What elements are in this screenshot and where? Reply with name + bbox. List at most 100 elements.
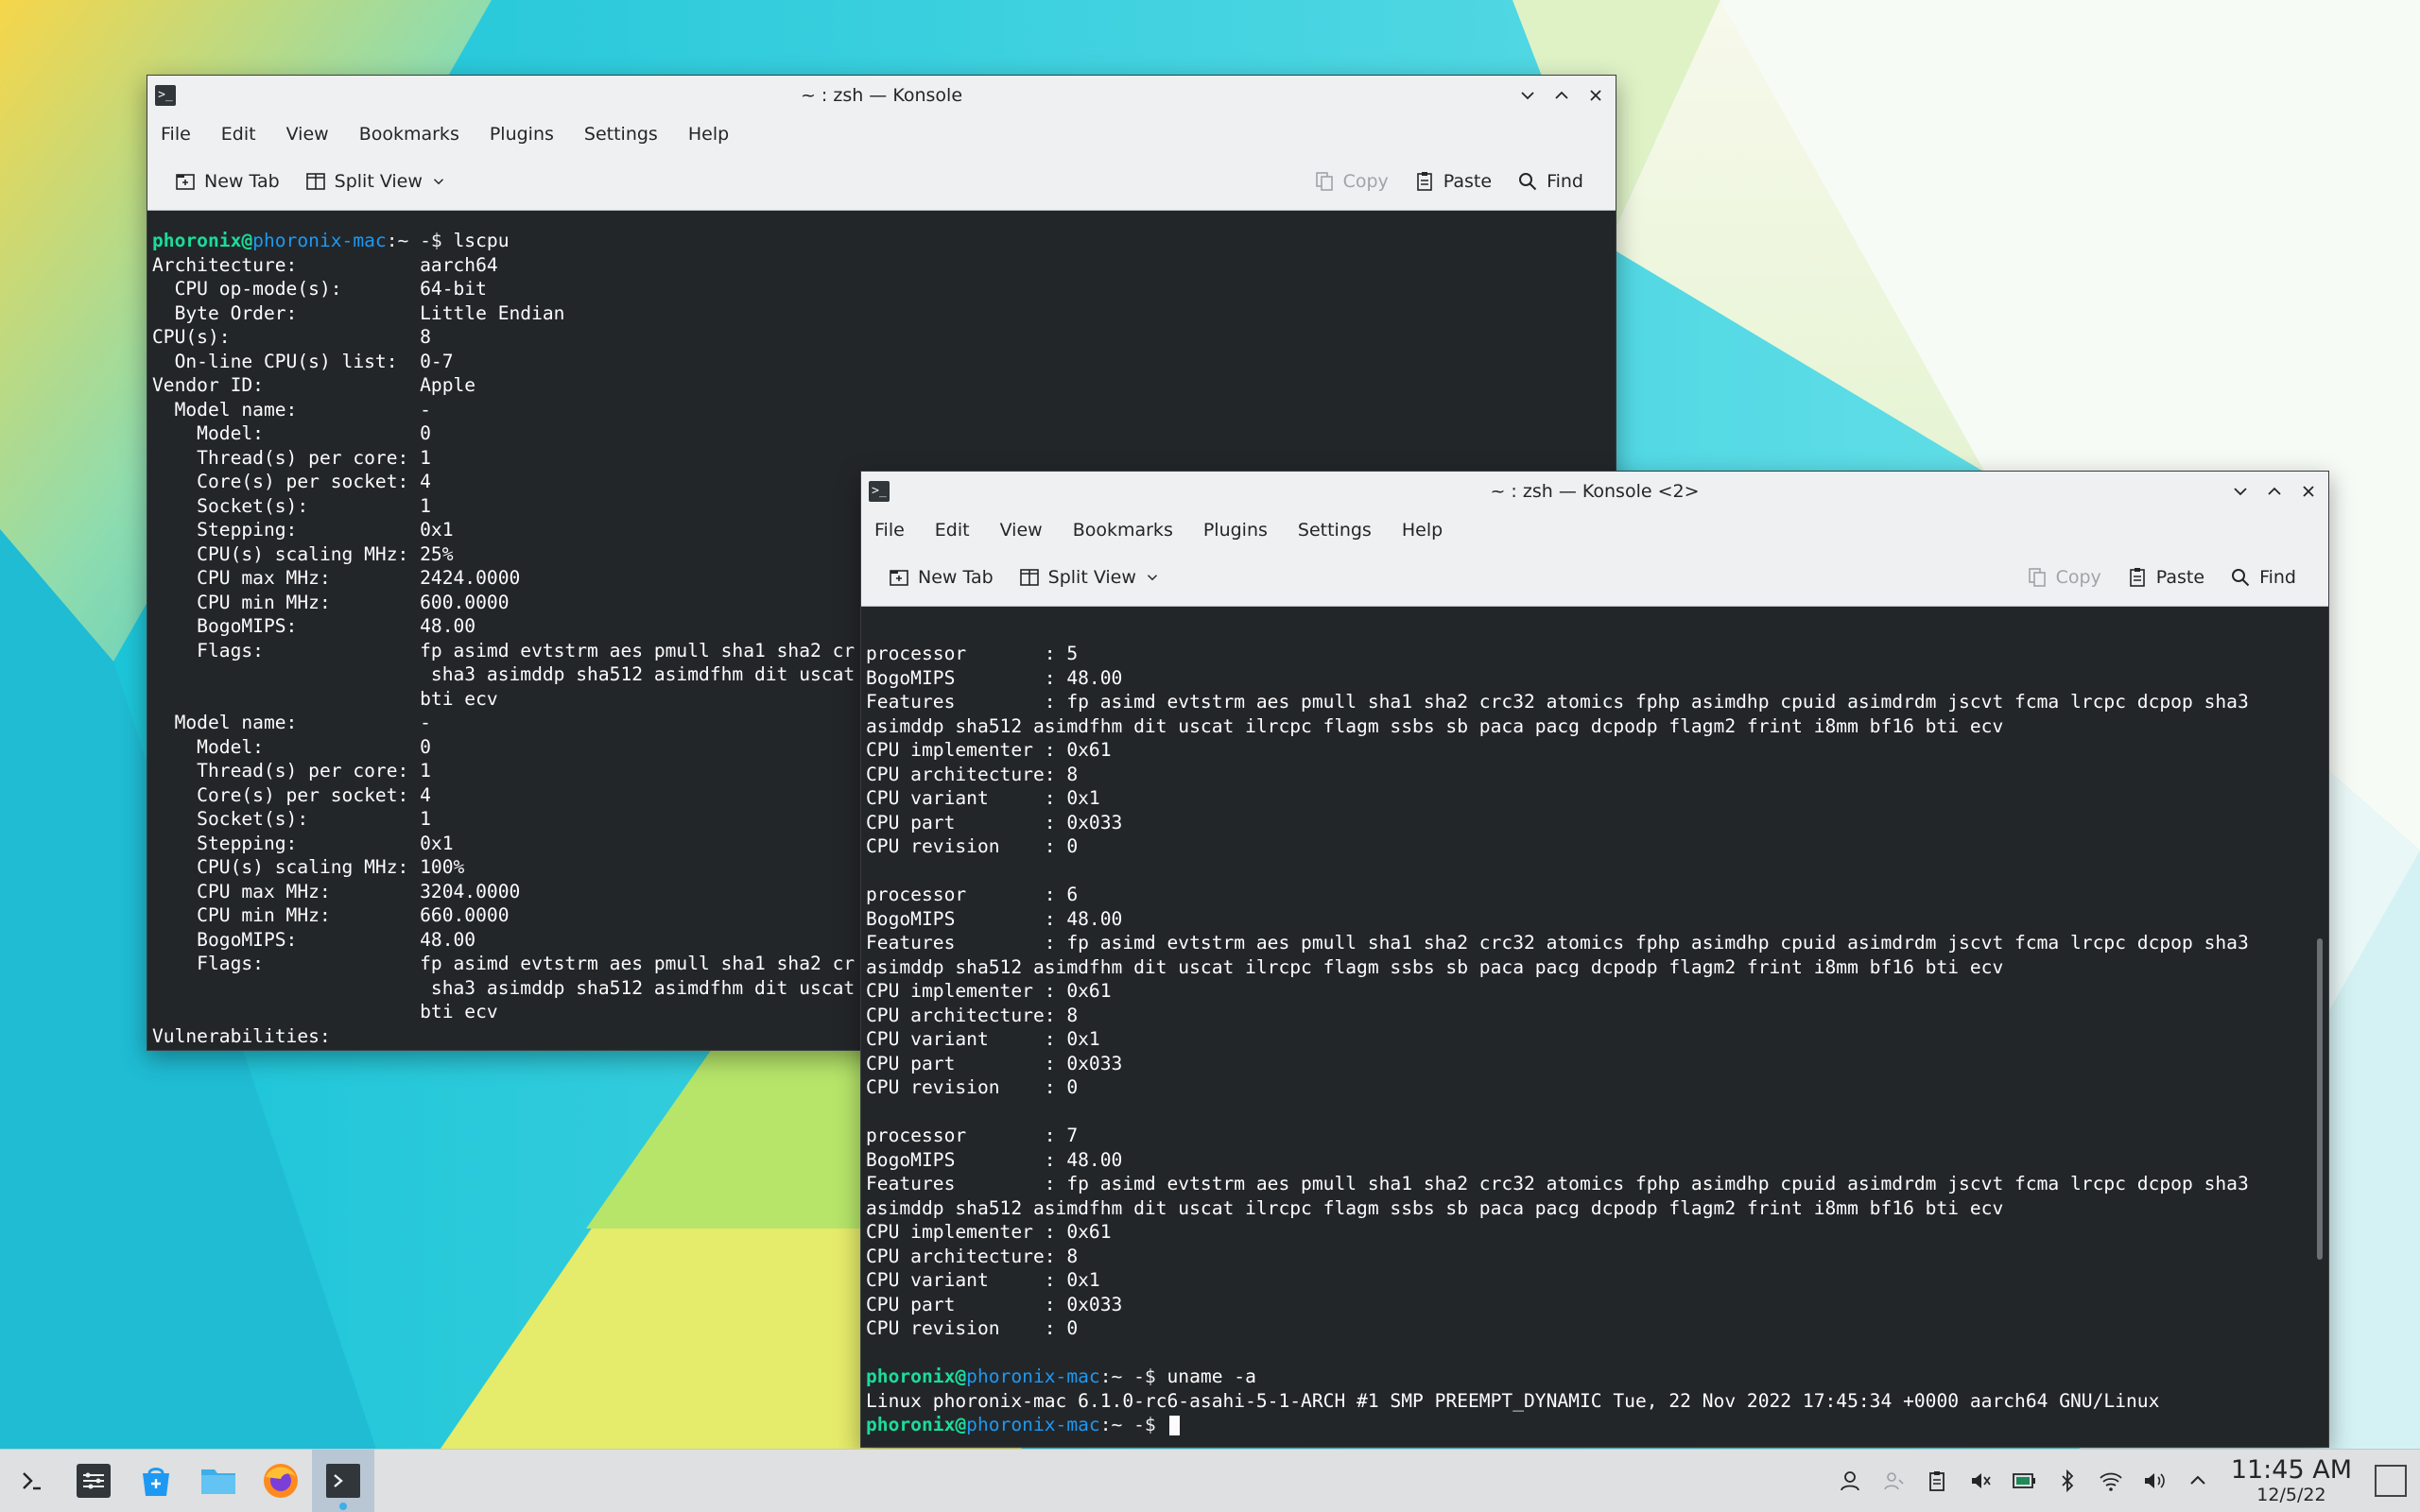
prompt-host: phoronix-mac [966,1414,1100,1435]
menu-plugins[interactable]: Plugins [1203,520,1268,541]
titlebar[interactable]: >_ ~ : zsh — Konsole [147,76,1616,115]
paste-button[interactable]: Paste [1408,163,1497,200]
prompt-symbol: -$ [1122,1366,1167,1387]
find-button[interactable]: Find [2223,558,2302,596]
output-line: CPU revision : 0 [866,1317,1079,1339]
bluetooth-icon[interactable] [2051,1465,2083,1497]
find-button[interactable]: Find [1511,163,1589,200]
clipboard-icon[interactable] [1921,1465,1953,1497]
output-line: CPU op-mode(s): 64-bit [152,278,487,300]
system-tray: 11:45 AM 12/5/22 [1834,1450,2420,1512]
copy-icon [2028,568,2046,587]
close-icon [2303,486,2314,497]
network-users-icon[interactable] [1877,1465,1910,1497]
menu-edit[interactable]: Edit [221,124,256,145]
output-line: BogoMIPS : 48.00 [866,666,1123,689]
window-title: ~ : zsh — Konsole [800,85,963,106]
clock-date: 12/5/22 [2256,1485,2326,1505]
konsole-icon[interactable]: >_ [155,85,176,106]
chevron-down-icon [433,179,443,185]
prompt-host: phoronix-mac [252,230,387,251]
output-line: Model: 0 [152,422,431,444]
toolbar: New Tab Split View Copy Paste Find [861,549,2328,607]
minimize-button[interactable] [2228,479,2253,504]
output-line: Vendor ID: Apple [152,374,476,396]
menu-file[interactable]: File [874,520,905,541]
konsole-icon[interactable] [312,1450,374,1512]
output-line: CPU architecture: 8 [866,1004,1079,1026]
menu-settings[interactable]: Settings [1298,520,1372,541]
expand-tray-icon[interactable] [2182,1465,2214,1497]
split-view-icon [305,173,325,190]
menu-edit[interactable]: Edit [935,520,970,541]
menubar: File Edit View Bookmarks Plugins Setting… [861,511,2328,549]
close-button[interactable] [1583,83,1608,108]
show-desktop-button[interactable] [2375,1465,2407,1497]
output-line: Architecture: aarch64 [152,253,498,276]
copy-label: Copy [1342,171,1389,192]
discover-icon[interactable] [125,1450,187,1512]
new-tab-button[interactable]: New Tab [168,163,285,200]
pager-icon[interactable] [62,1450,125,1512]
output-line: CPU variant : 0x1 [866,1028,1100,1050]
output-line: asimddp sha512 asimdfhm dit uscat ilrcpc… [866,955,2004,978]
output-line: CPU revision : 0 [866,1076,1079,1098]
close-icon [1590,90,1601,101]
menu-bookmarks[interactable]: Bookmarks [359,124,459,145]
copy-button[interactable]: Copy [1307,163,1394,200]
audio-muted-icon[interactable] [1964,1465,1996,1497]
output-line: asimddp sha512 asimdfhm dit uscat ilrcpc… [866,714,2004,737]
application-launcher-icon[interactable] [0,1450,62,1512]
menu-help[interactable]: Help [688,124,729,145]
maximize-button[interactable] [2262,479,2287,504]
copy-button[interactable]: Copy [2020,558,2107,596]
output-line: processor : 5 [866,643,1079,664]
titlebar[interactable]: >_ ~ : zsh — Konsole <2> [861,472,2328,511]
toolbar: New Tab Split View Copy Paste Find [147,153,1616,211]
output-line: asimddp sha512 asimdfhm dit uscat ilrcpc… [866,1196,2004,1219]
paste-icon [1416,172,1432,191]
new-tab-label: New Tab [918,567,994,588]
new-tab-button[interactable]: New Tab [882,558,999,596]
split-view-button[interactable]: Split View [299,163,453,200]
output-line: Linux phoronix-mac 6.1.0-rc6-asahi-5-1-A… [866,1389,2160,1412]
menu-settings[interactable]: Settings [584,124,658,145]
firefox-icon[interactable] [250,1450,312,1512]
prompt-user: phoronix [866,1414,956,1435]
digital-clock[interactable]: 11:45 AM 12/5/22 [2231,1456,2352,1506]
output-line: On-line CPU(s) list: 0-7 [152,350,454,372]
menu-view[interactable]: View [1000,520,1043,541]
menu-bookmarks[interactable]: Bookmarks [1073,520,1173,541]
output-line: CPU implementer : 0x61 [866,1221,1112,1243]
scrollbar[interactable] [2317,938,2323,1260]
terminal-output[interactable]: processor : 5 BogoMIPS : 48.00 Features : … [861,617,2328,1447]
konsole-icon[interactable]: >_ [869,481,890,502]
split-view-label: Split View [334,171,423,192]
output-line: Thread(s) per core: 1 [152,446,431,469]
paste-button[interactable]: Paste [2120,558,2210,596]
user-icon[interactable] [1834,1465,1866,1497]
close-button[interactable] [2296,479,2321,504]
output-line: processor : 7 [866,1125,1079,1146]
minimize-button[interactable] [1515,83,1540,108]
dolphin-icon[interactable] [187,1450,250,1512]
prompt-user: phoronix [152,230,242,251]
command-text: uname -a [1167,1366,1256,1387]
battery-icon[interactable] [2008,1465,2040,1497]
output-line: CPU architecture: 8 [866,1245,1079,1267]
konsole-window-2[interactable]: >_ ~ : zsh — Konsole <2> File Edit View … [860,471,2329,1448]
split-view-button[interactable]: Split View [1012,558,1167,596]
menu-plugins[interactable]: Plugins [490,124,554,145]
maximize-button[interactable] [1549,83,1574,108]
find-label: Find [1547,171,1583,192]
menu-help[interactable]: Help [1402,520,1443,541]
menu-view[interactable]: View [286,124,329,145]
new-tab-icon [176,174,195,190]
output-line: CPU part : 0x033 [866,1052,1123,1074]
paste-icon [2129,568,2145,587]
menu-file[interactable]: File [161,124,191,145]
volume-icon[interactable] [2138,1465,2170,1497]
prompt-host: phoronix-mac [966,1366,1100,1387]
wifi-icon[interactable] [2095,1465,2127,1497]
